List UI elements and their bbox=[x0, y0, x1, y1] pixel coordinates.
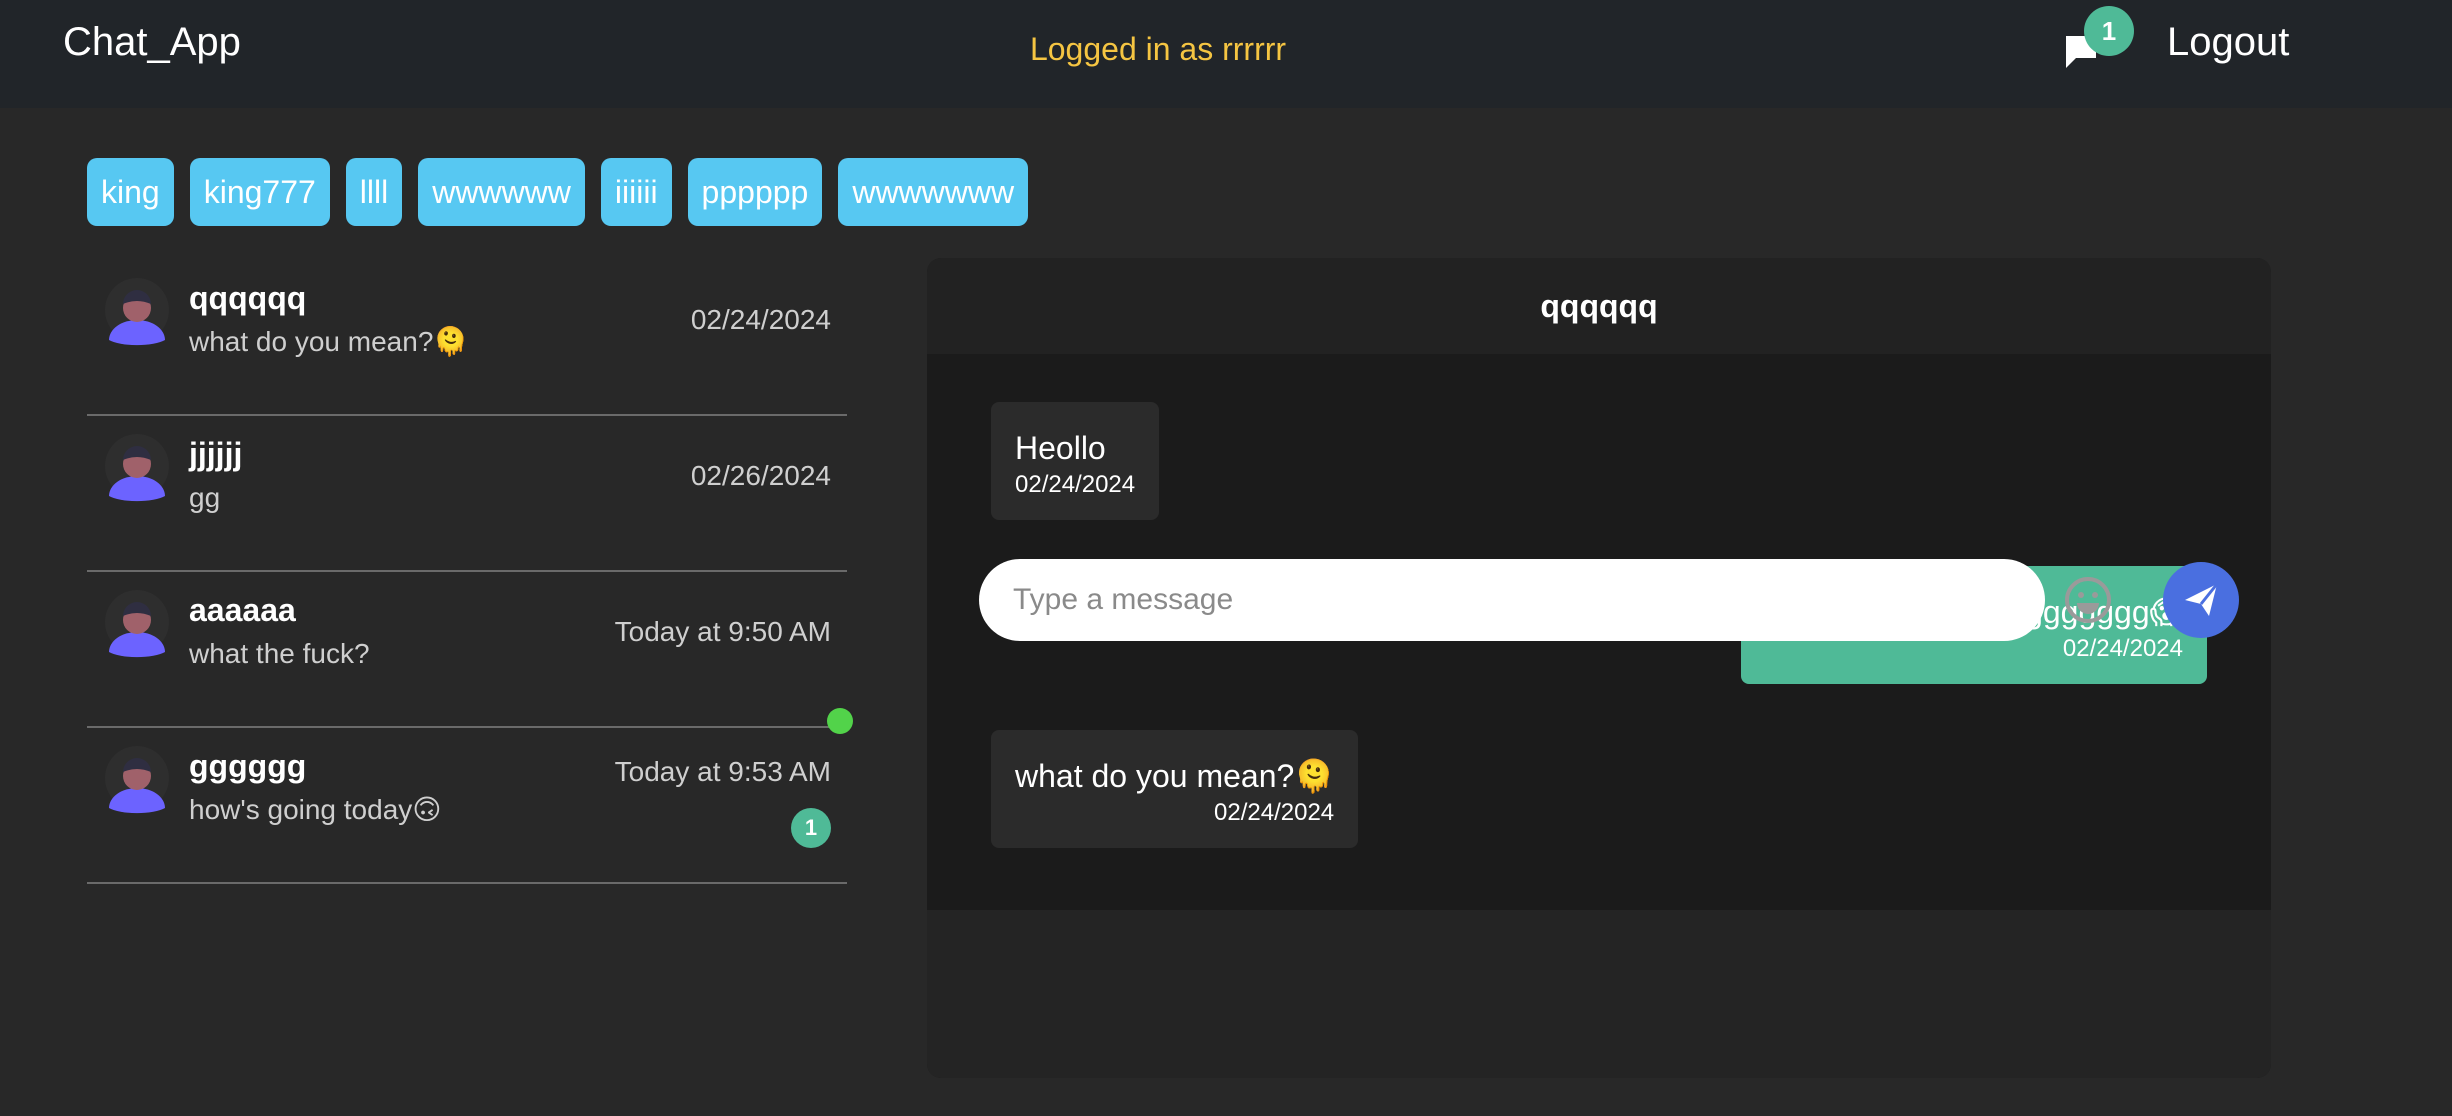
conversation-time: Today at 9:50 AM bbox=[614, 616, 831, 647]
conversation-name: aaaaaa bbox=[189, 592, 296, 628]
chat-window: qqqqqq Heollo 02/24/2024 What are you do… bbox=[927, 258, 2271, 1078]
message-text: what do you mean?🫠 bbox=[1015, 758, 1335, 794]
logged-in-status: Logged in as rrrrrr bbox=[1029, 31, 1287, 67]
logout-button[interactable]: Logout bbox=[2167, 14, 2289, 70]
conversation-name: gggggg bbox=[189, 748, 307, 784]
conversation-time: 02/26/2024 bbox=[690, 460, 831, 491]
chat-title: qqqqqq bbox=[927, 258, 2271, 354]
conversation-item[interactable]: gggggg how's going today🙃 Today at 9:53 … bbox=[87, 708, 853, 884]
conversation-item[interactable]: qqqqqq what do you mean?🫠 02/24/2024 bbox=[87, 260, 847, 416]
conversation-item[interactable]: aaaaaa what the fuck? Today at 9:50 AM bbox=[87, 572, 847, 728]
emoji-button[interactable] bbox=[2063, 575, 2113, 625]
user-chip[interactable]: pppppp bbox=[687, 158, 823, 226]
message-composer bbox=[927, 910, 2271, 1078]
conversation-list: qqqqqq what do you mean?🫠 02/24/2024 jjj… bbox=[87, 260, 853, 884]
user-chip[interactable]: wwwwwww bbox=[838, 158, 1029, 226]
incoming-message: what do you mean?🫠 02/24/2024 bbox=[991, 730, 1359, 848]
smiley-face-icon bbox=[2063, 577, 2113, 629]
conversation-time: Today at 9:53 AM bbox=[614, 756, 831, 787]
user-chip[interactable]: wwwwww bbox=[418, 158, 585, 226]
message-input[interactable] bbox=[979, 559, 2045, 641]
conversation-last-message: what the fuck? bbox=[189, 638, 370, 669]
user-avatar-icon bbox=[105, 278, 169, 348]
unread-count-badge: 1 bbox=[791, 808, 831, 848]
user-chip[interactable]: iiiiii bbox=[600, 158, 672, 226]
user-avatar-icon bbox=[105, 746, 169, 816]
incoming-message: Heollo 02/24/2024 bbox=[991, 402, 1160, 520]
conversation-name: qqqqqq bbox=[189, 280, 307, 316]
online-indicator bbox=[827, 708, 853, 734]
message-text: Heollo bbox=[1015, 430, 1106, 466]
conversation-last-message: gg bbox=[189, 482, 221, 513]
conversation-item[interactable]: jjjjjj gg 02/26/2024 bbox=[87, 416, 847, 572]
conversation-last-message: how's going today🙃 bbox=[189, 794, 442, 825]
message-time: 02/24/2024 bbox=[1015, 471, 1136, 498]
user-avatar-icon bbox=[105, 590, 169, 660]
conversation-name: jjjjjj bbox=[189, 436, 243, 472]
top-navbar: Chat_App Logged in as rrrrrr 1 Logout bbox=[0, 0, 2452, 108]
message-time: 02/24/2024 bbox=[1214, 799, 1335, 826]
online-users-list: king king777 llll wwwwww iiiiii pppppp w… bbox=[87, 158, 1029, 226]
conversation-last-message: what do you mean?🫠 bbox=[189, 326, 469, 357]
send-button[interactable] bbox=[2163, 562, 2239, 638]
user-chip[interactable]: king777 bbox=[189, 158, 330, 226]
conversation-time: 02/24/2024 bbox=[690, 304, 831, 335]
user-chip[interactable]: llll bbox=[345, 158, 403, 226]
user-chip[interactable]: king bbox=[87, 158, 174, 226]
notification-count-badge: 1 bbox=[2084, 6, 2134, 56]
notifications-button[interactable]: 1 bbox=[2064, 6, 2134, 70]
user-avatar-icon bbox=[105, 434, 169, 504]
